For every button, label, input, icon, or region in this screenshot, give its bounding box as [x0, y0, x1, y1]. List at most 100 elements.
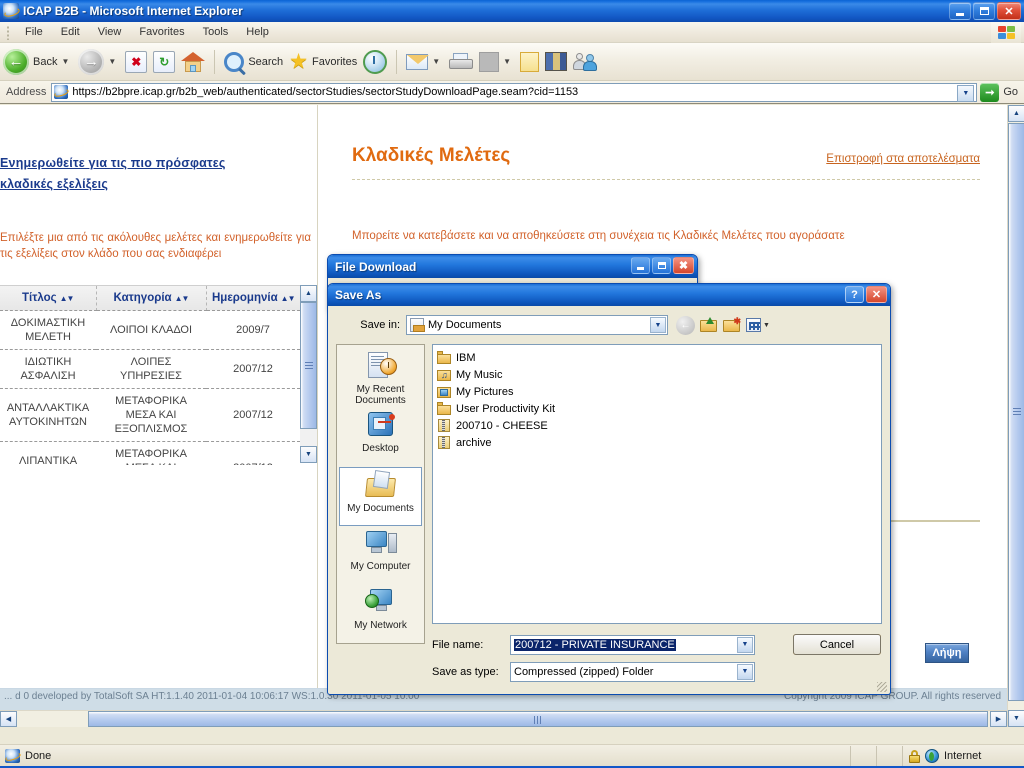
- messenger-people-icon: [573, 52, 598, 71]
- download-button[interactable]: Λήψη: [925, 643, 969, 663]
- back-dropdown-icon[interactable]: ▼: [61, 57, 69, 66]
- close-button[interactable]: ✕: [997, 2, 1021, 20]
- sort-icon[interactable]: ▲▼: [281, 294, 296, 303]
- content-divider: [890, 520, 980, 522]
- place-label: My Network: [354, 620, 407, 631]
- research-button[interactable]: [542, 47, 570, 77]
- place-desktop[interactable]: Desktop: [338, 408, 423, 467]
- page-scroll-left-icon[interactable]: ◀: [0, 711, 17, 727]
- page-hscroll-thumb[interactable]: [88, 711, 988, 727]
- desktop-icon: [365, 411, 397, 441]
- go-button[interactable]: ➞ Go: [977, 82, 1024, 102]
- menu-grip-handle[interactable]: [3, 24, 12, 40]
- cell-category: ΜΕΤΑΦΟΡΙΚΑ ΜΕΣΑ ΚΑΙ ΕΞΟΠΛΙΣΜΟΣ: [96, 388, 206, 442]
- menu-help[interactable]: Help: [237, 24, 278, 40]
- table-row[interactable]: ΙΔΙΩΤΙΚΗ ΑΣΦΑΛΙΣΗ ΛΟΙΠΕΣ ΥΠΗΡΕΣΙΕΣ 2007/…: [0, 349, 300, 389]
- discuss-button[interactable]: [517, 47, 542, 77]
- new-folder-icon[interactable]: ✱: [723, 317, 741, 333]
- resize-grip[interactable]: [877, 682, 887, 692]
- list-item[interactable]: My Pictures: [437, 383, 881, 400]
- go-arrow-icon: ➞: [980, 82, 1000, 102]
- file-list[interactable]: IBM ♫ My Music My Pictures User Producti…: [432, 344, 882, 624]
- menu-edit[interactable]: Edit: [52, 24, 89, 40]
- search-button[interactable]: Search: [221, 47, 286, 77]
- promo-link[interactable]: Ενημερωθείτε για τις πιο πρόσφατες κλαδι…: [0, 153, 250, 195]
- history-button[interactable]: [360, 47, 390, 77]
- favorites-button[interactable]: ★ Favorites: [286, 47, 360, 77]
- home-button[interactable]: [178, 47, 208, 77]
- edit-page-icon: [479, 51, 500, 72]
- print-button[interactable]: [446, 47, 476, 77]
- forward-button[interactable]: → ▼: [75, 47, 122, 77]
- list-item[interactable]: ♫ My Music: [437, 366, 881, 383]
- file-name-dropdown-icon[interactable]: ▼: [737, 636, 753, 653]
- mail-dropdown-icon[interactable]: ▼: [432, 57, 440, 66]
- list-item[interactable]: 200710 - CHEESE: [437, 417, 881, 434]
- menu-tools[interactable]: Tools: [194, 24, 238, 40]
- table-row[interactable]: ΛΙΠΑΝΤΙΚΑ ΟΧΗΜΑΤΩΝ ΜΕΤΑΦΟΡΙΚΑ ΜΕΣΑ ΚΑΙ Ε…: [0, 441, 300, 465]
- back-to-results-link[interactable]: Επιστροφή στα αποτελέσματα: [826, 153, 980, 165]
- table-scroll-down-icon[interactable]: ▼: [300, 446, 317, 463]
- table-row[interactable]: ΔΟΚΙΜΑΣΤΙΚΗ ΜΕΛΕΤΗ ΛΟΙΠΟΙ ΚΛΑΔΟΙ 2009/7: [0, 310, 300, 350]
- views-icon[interactable]: ▼: [746, 318, 770, 332]
- minimize-button[interactable]: [949, 2, 971, 20]
- refresh-button[interactable]: ↻: [150, 47, 178, 77]
- sort-icon[interactable]: ▲▼: [175, 294, 190, 303]
- stop-button[interactable]: ✖: [122, 47, 150, 77]
- place-my-recent-documents[interactable]: My Recent Documents: [338, 349, 423, 408]
- column-header-date[interactable]: Ημερομηνία ▲▼: [206, 286, 300, 311]
- save-in-combo[interactable]: My Documents ▼: [406, 315, 668, 335]
- file-download-maximize-button[interactable]: [652, 257, 671, 274]
- place-my-computer[interactable]: My Computer: [338, 526, 423, 585]
- file-download-close-button[interactable]: ✖: [673, 257, 694, 274]
- file-download-window-controls: ✖: [631, 257, 694, 274]
- save-as-type-select[interactable]: Compressed (zipped) Folder ▼: [510, 661, 755, 682]
- menu-favorites[interactable]: Favorites: [130, 24, 193, 40]
- column-header-title[interactable]: Τίτλος ▲▼: [0, 286, 97, 311]
- page-scroll-right-icon[interactable]: ▶: [990, 711, 1007, 727]
- page-description: Μπορείτε να κατεβάσετε και να αποθηκεύσε…: [352, 230, 845, 242]
- forward-dropdown-icon[interactable]: ▼: [108, 57, 116, 66]
- column-header-category[interactable]: Κατηγορία ▲▼: [96, 286, 207, 311]
- table-scroll-up-icon[interactable]: ▲: [300, 285, 317, 302]
- file-name-input[interactable]: 200712 - PRIVATE INSURANCE ▼: [510, 634, 755, 655]
- list-item[interactable]: User Productivity Kit: [437, 400, 881, 417]
- menu-file[interactable]: File: [16, 24, 52, 40]
- maximize-button[interactable]: [973, 2, 995, 20]
- edit-dropdown-icon[interactable]: ▼: [503, 57, 511, 66]
- page-scroll-thumb[interactable]: [1008, 123, 1024, 701]
- file-name: My Music: [456, 368, 503, 381]
- back-button[interactable]: ← Back ▼: [0, 47, 75, 77]
- place-my-network[interactable]: My Network: [338, 585, 423, 644]
- messenger-button[interactable]: [570, 47, 600, 77]
- up-one-level-icon[interactable]: [700, 317, 718, 333]
- save-as-close-button[interactable]: ✕: [866, 286, 887, 303]
- printer-icon: [449, 52, 474, 71]
- help-button[interactable]: ?: [845, 286, 864, 303]
- cancel-button[interactable]: Cancel: [793, 634, 881, 655]
- list-item[interactable]: IBM: [437, 349, 881, 366]
- go-back-icon[interactable]: ←: [676, 315, 695, 335]
- sort-icon[interactable]: ▲▼: [60, 294, 75, 303]
- left-column: Ενημερωθείτε για τις πιο πρόσφατες κλαδι…: [0, 105, 317, 710]
- security-zone-pane[interactable]: Internet: [902, 746, 1024, 766]
- page-vertical-scrollbar[interactable]: ▲ ▼: [1007, 105, 1024, 727]
- page-scroll-up-icon[interactable]: ▲: [1008, 105, 1024, 122]
- table-header-row: Τίτλος ▲▼ Κατηγορία ▲▼ Ημερομηνία ▲▼: [0, 286, 300, 311]
- page-scroll-down-icon[interactable]: ▼: [1008, 710, 1024, 727]
- save-in-dropdown-icon[interactable]: ▼: [650, 317, 666, 333]
- address-dropdown-icon[interactable]: ▼: [957, 84, 975, 102]
- address-input[interactable]: https://b2bpre.icap.gr/b2b_web/authentic…: [51, 82, 978, 102]
- table-scroll-thumb[interactable]: [300, 302, 317, 429]
- list-item[interactable]: archive: [437, 434, 881, 451]
- file-download-minimize-button[interactable]: [631, 257, 650, 274]
- menu-view[interactable]: View: [89, 24, 131, 40]
- save-as-type-dropdown-icon[interactable]: ▼: [737, 663, 753, 680]
- edit-button[interactable]: ▼: [476, 47, 517, 77]
- table-scrollbar[interactable]: ▲ ▼: [300, 285, 317, 463]
- save-in-value: My Documents: [428, 319, 502, 331]
- mail-button[interactable]: ▼: [403, 47, 446, 77]
- table-row[interactable]: ΑΝΤΑΛΛΑΚΤΙΚΑ ΑΥΤΟΚΙΝΗΤΩΝ ΜΕΤΑΦΟΡΙΚΑ ΜΕΣΑ…: [0, 388, 300, 442]
- page-horizontal-scrollbar[interactable]: ◀ ▶: [0, 710, 1007, 727]
- place-my-documents[interactable]: My Documents: [339, 467, 422, 526]
